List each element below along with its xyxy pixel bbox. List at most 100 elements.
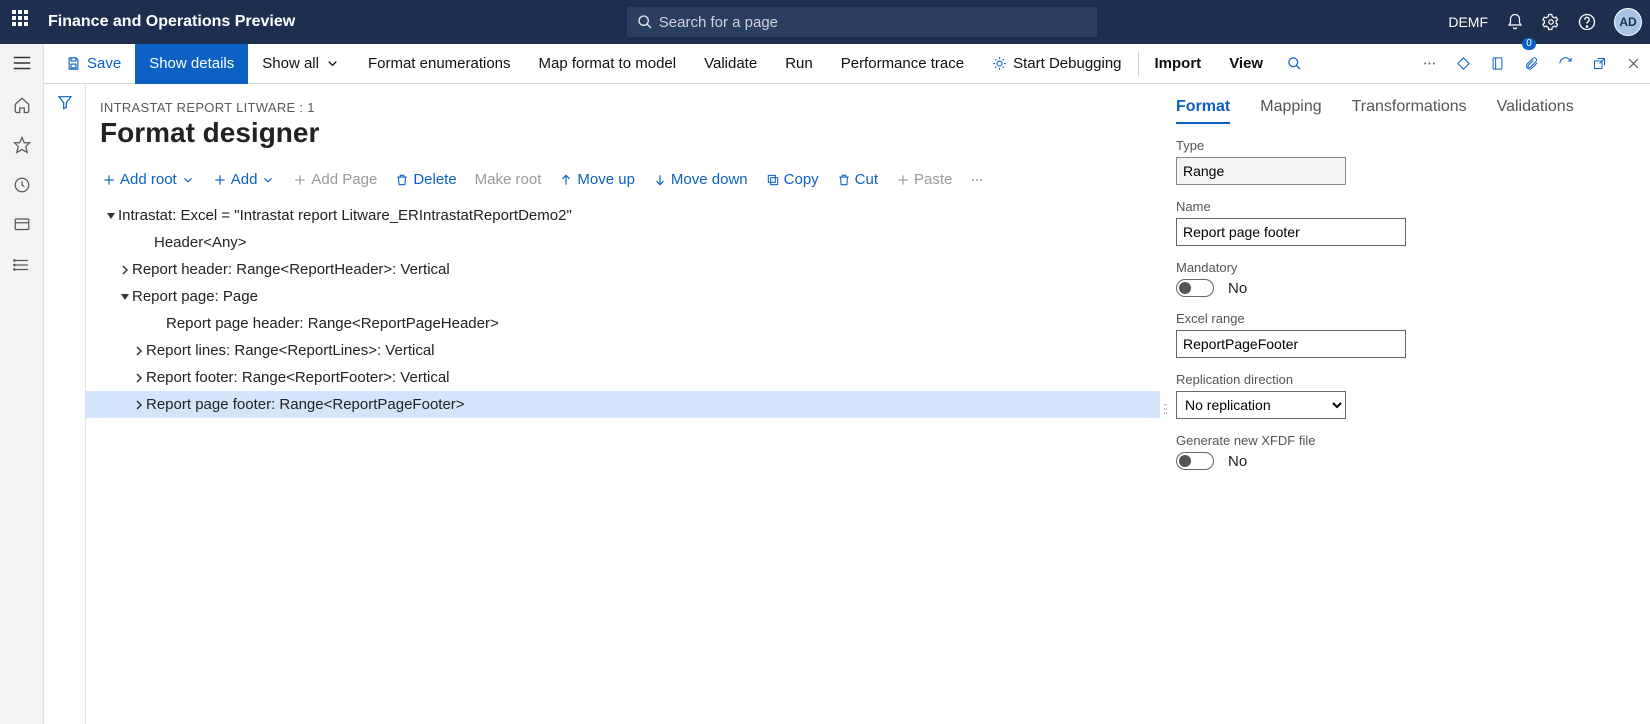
gear-icon[interactable]	[1542, 13, 1560, 31]
import-button[interactable]: Import	[1141, 44, 1216, 84]
home-icon[interactable]	[13, 96, 31, 114]
format-enumerations-button[interactable]: Format enumerations	[354, 44, 525, 84]
save-icon	[66, 56, 81, 71]
popout-button[interactable]	[1582, 44, 1616, 84]
excel-range-label: Excel range	[1176, 311, 1630, 326]
tree-toolbar: Add root Add Add Page	[86, 167, 1160, 198]
tab-mapping[interactable]: Mapping	[1260, 98, 1321, 124]
debug-icon	[992, 56, 1007, 71]
tree-row[interactable]: Report page header: Range<ReportPageHead…	[86, 310, 1160, 337]
tree-row[interactable]: Header<Any>	[86, 229, 1160, 256]
excel-range-field[interactable]	[1176, 330, 1406, 358]
cut-button[interactable]: Cut	[829, 167, 886, 192]
xfdf-toggle[interactable]	[1176, 452, 1214, 470]
office-icon-button[interactable]	[1480, 44, 1514, 84]
tree-row[interactable]: Report page: Page	[86, 283, 1160, 310]
format-tree[interactable]: Intrastat: Excel = "Intrastat report Lit…	[86, 198, 1160, 724]
splitter-handle[interactable]	[1160, 94, 1170, 724]
tree-label: Report lines: Range<ReportLines>: Vertic…	[146, 342, 435, 359]
add-root-button[interactable]: Add root	[94, 167, 203, 192]
search-icon	[637, 14, 653, 30]
caret-right-icon[interactable]	[132, 346, 146, 356]
validate-button[interactable]: Validate	[690, 44, 771, 84]
app-launcher-icon[interactable]	[12, 10, 36, 34]
show-all-button[interactable]: Show all	[248, 44, 354, 84]
attachment-count: 0	[1522, 38, 1536, 50]
show-details-button[interactable]: Show details	[135, 44, 248, 84]
add-button[interactable]: Add	[205, 167, 284, 192]
save-button[interactable]: Save	[52, 44, 135, 84]
more-tree-actions[interactable]	[962, 169, 992, 191]
tree-row[interactable]: Report footer: Range<ReportFooter>: Vert…	[86, 364, 1160, 391]
tree-label: Report footer: Range<ReportFooter>: Vert…	[146, 369, 450, 386]
map-format-button[interactable]: Map format to model	[525, 44, 691, 84]
page-title: Format designer	[86, 117, 1160, 167]
tab-validations[interactable]: Validations	[1497, 98, 1574, 124]
tree-label: Report page header: Range<ReportPageHead…	[166, 315, 499, 332]
attachment-icon	[1524, 56, 1539, 71]
command-bar: Save Show details Show all Format enumer…	[44, 44, 1650, 84]
caret-right-icon[interactable]	[132, 400, 146, 410]
global-search[interactable]	[627, 7, 1097, 37]
tree-label: Report header: Range<ReportHeader>: Vert…	[132, 261, 450, 278]
start-debugging-button[interactable]: Start Debugging	[978, 44, 1135, 84]
name-field[interactable]	[1176, 218, 1406, 246]
performance-trace-button[interactable]: Performance trace	[827, 44, 978, 84]
tree-label: Report page footer: Range<ReportPageFoot…	[146, 396, 465, 413]
ellipsis-icon	[970, 173, 984, 187]
attachments-button[interactable]: 0	[1514, 44, 1548, 84]
mandatory-toggle[interactable]	[1176, 279, 1214, 297]
close-icon	[1626, 56, 1641, 71]
tree-row[interactable]: Report header: Range<ReportHeader>: Vert…	[86, 256, 1160, 283]
move-down-button[interactable]: Move down	[645, 167, 756, 192]
company-code[interactable]: DEMF	[1448, 14, 1488, 30]
arrow-up-icon	[559, 173, 573, 187]
hamburger-icon[interactable]	[11, 52, 33, 74]
plus-icon	[213, 173, 227, 187]
properties-panel: Format Mapping Transformations Validatio…	[1170, 94, 1650, 724]
plus-icon	[896, 173, 910, 187]
xfdf-label: Generate new XFDF file	[1176, 433, 1630, 448]
tree-row[interactable]: Report page footer: Range<ReportPageFoot…	[86, 391, 1160, 418]
delete-button[interactable]: Delete	[387, 167, 464, 192]
help-icon[interactable]	[1578, 13, 1596, 31]
paste-button: Paste	[888, 167, 960, 192]
tree-row[interactable]: Report lines: Range<ReportLines>: Vertic…	[86, 337, 1160, 364]
move-up-button[interactable]: Move up	[551, 167, 643, 192]
caret-right-icon[interactable]	[118, 265, 132, 275]
add-page-button: Add Page	[285, 167, 385, 192]
find-button[interactable]	[1277, 44, 1311, 84]
recent-icon[interactable]	[13, 176, 31, 194]
close-button[interactable]	[1616, 44, 1650, 84]
tab-transformations[interactable]: Transformations	[1352, 98, 1467, 124]
diamond-icon	[1456, 56, 1471, 71]
xfdf-value: No	[1228, 452, 1247, 470]
name-label: Name	[1176, 199, 1630, 214]
more-actions-button[interactable]	[1412, 44, 1446, 84]
caret-right-icon[interactable]	[132, 373, 146, 383]
type-field[interactable]	[1176, 157, 1346, 185]
bell-icon[interactable]	[1506, 13, 1524, 31]
funnel-icon[interactable]	[57, 94, 73, 110]
tree-label: Header<Any>	[154, 234, 247, 251]
caret-down-icon[interactable]	[118, 292, 132, 302]
workspace-icon[interactable]	[13, 216, 31, 234]
type-label: Type	[1176, 138, 1630, 153]
avatar[interactable]: AD	[1614, 8, 1642, 36]
tab-format[interactable]: Format	[1176, 98, 1230, 124]
view-button[interactable]: View	[1215, 44, 1277, 84]
refresh-button[interactable]	[1548, 44, 1582, 84]
tree-row[interactable]: Intrastat: Excel = "Intrastat report Lit…	[86, 202, 1160, 229]
properties-tabs: Format Mapping Transformations Validatio…	[1176, 94, 1630, 138]
modules-icon[interactable]	[13, 256, 31, 274]
diamond-icon-button[interactable]	[1446, 44, 1480, 84]
search-input[interactable]	[659, 14, 1087, 31]
copy-icon	[766, 173, 780, 187]
caret-down-icon[interactable]	[104, 211, 118, 221]
tree-label: Intrastat: Excel = "Intrastat report Lit…	[118, 207, 572, 224]
chevron-down-icon	[325, 56, 340, 71]
replication-select[interactable]: No replication	[1176, 391, 1346, 419]
copy-button[interactable]: Copy	[758, 167, 827, 192]
star-icon[interactable]	[13, 136, 31, 154]
run-button[interactable]: Run	[771, 44, 827, 84]
